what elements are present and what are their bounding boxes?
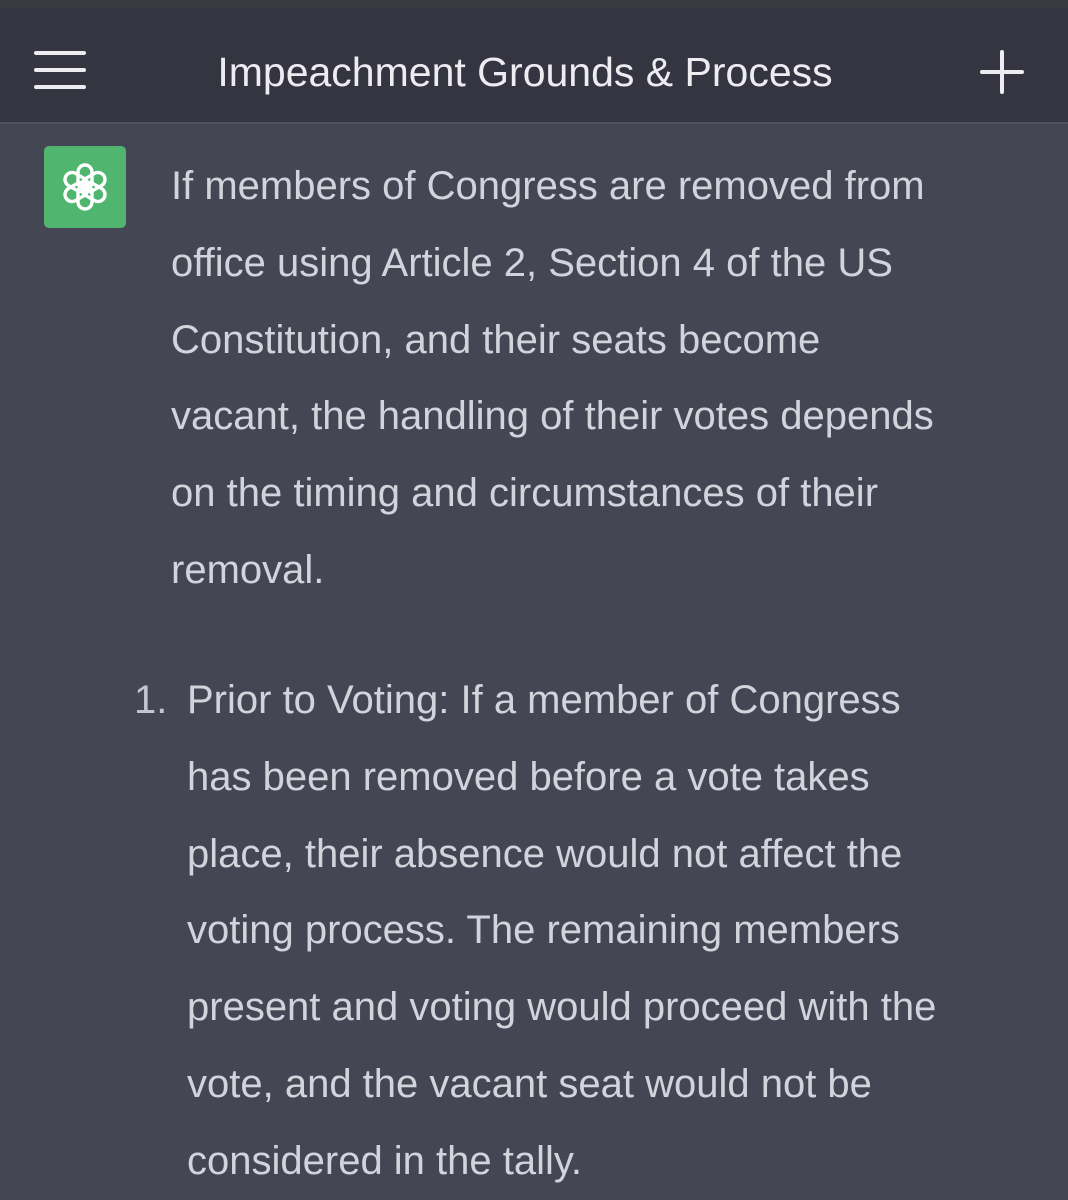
list-number: 1. — [134, 678, 168, 722]
openai-logo-icon — [44, 146, 126, 228]
openai-logo-svg — [63, 163, 107, 211]
menu-line — [34, 51, 86, 55]
hamburger-menu-icon[interactable] — [26, 42, 94, 98]
list-item: 1. Prior to Voting: If a member of Congr… — [120, 662, 1040, 1200]
plus-icon[interactable] — [974, 44, 1030, 100]
message-intro: If members of Congress are removed from … — [171, 164, 934, 592]
top-bar: Impeachment Grounds & Process — [0, 8, 1068, 124]
menu-line — [34, 85, 86, 89]
message-list: 1. Prior to Voting: If a member of Congr… — [120, 662, 1040, 1200]
menu-line — [34, 68, 86, 72]
assistant-message: If members of Congress are removed from … — [171, 148, 1031, 609]
list-text: Prior to Voting: If a member of Congress… — [187, 678, 937, 1183]
status-strip — [0, 0, 1068, 8]
chat-title: Impeachment Grounds & Process — [217, 49, 833, 95]
